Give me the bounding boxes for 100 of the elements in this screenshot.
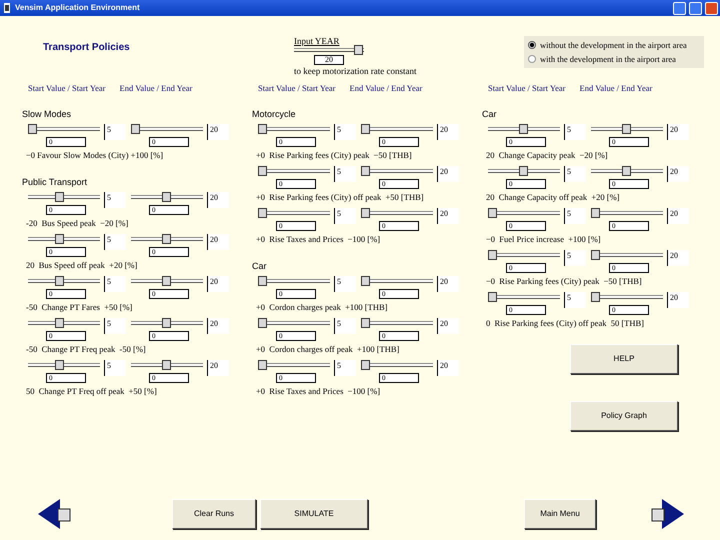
slider-thumb[interactable] (488, 250, 497, 260)
slider-thumb[interactable] (518, 124, 528, 134)
year-input[interactable]: 20 (207, 318, 229, 334)
slider-track[interactable] (361, 166, 433, 176)
maximize-button[interactable] (689, 2, 702, 14)
slider-thumb[interactable] (258, 208, 267, 218)
slider-track[interactable] (361, 208, 433, 218)
slider-thumb[interactable] (518, 166, 528, 176)
year-input[interactable]: 20 (437, 166, 459, 182)
slider-thumb[interactable] (361, 166, 370, 176)
year-input[interactable]: 20 (667, 292, 689, 308)
year-input[interactable]: 20 (437, 276, 459, 292)
slider-track[interactable] (258, 276, 330, 286)
year-input[interactable]: 5 (564, 124, 586, 140)
slider-thumb[interactable] (622, 166, 630, 176)
slider-thumb[interactable] (361, 124, 370, 134)
slider-thumb[interactable] (55, 318, 64, 328)
year-input[interactable]: 5 (334, 360, 356, 376)
year-input[interactable]: 20 (207, 276, 229, 292)
back-arrow-icon[interactable] (38, 499, 72, 529)
year-input[interactable]: 20 (667, 208, 689, 224)
slider-thumb[interactable] (258, 318, 267, 328)
year-input[interactable]: 5 (334, 318, 356, 334)
year-input[interactable]: 20 (667, 166, 689, 182)
year-input[interactable]: 5 (104, 124, 126, 140)
slider-thumb[interactable] (162, 318, 170, 328)
bottom-button[interactable]: SIMULATE (260, 499, 368, 529)
year-input[interactable]: 20 (207, 192, 229, 208)
year-input[interactable]: 20 (207, 234, 229, 250)
slider-thumb[interactable] (162, 360, 170, 370)
slider-thumb[interactable] (361, 318, 370, 328)
bottom-button[interactable]: Clear Runs (172, 499, 256, 529)
year-input[interactable]: 20 (207, 124, 229, 140)
slider-thumb[interactable] (55, 276, 64, 286)
radio-label[interactable]: with the development in the airport area (540, 52, 676, 66)
side-button[interactable]: Policy Graph (570, 401, 678, 431)
slider-thumb[interactable] (162, 276, 170, 286)
slider-thumb[interactable] (258, 276, 267, 286)
slider-thumb[interactable] (361, 360, 370, 370)
forward-arrow-icon[interactable] (650, 499, 684, 529)
slider-thumb[interactable] (488, 208, 497, 218)
slider-thumb[interactable] (488, 292, 497, 302)
year-input[interactable]: 20 (437, 318, 459, 334)
year-input[interactable]: 20 (437, 124, 459, 140)
slider-track[interactable] (258, 124, 330, 134)
slider-thumb[interactable] (361, 276, 370, 286)
year-input[interactable]: 5 (334, 124, 356, 140)
year-input[interactable]: 5 (334, 166, 356, 182)
slider-thumb[interactable] (55, 192, 64, 202)
radio-button[interactable] (528, 55, 536, 63)
slider-track[interactable] (488, 208, 560, 218)
slider-thumb[interactable] (131, 124, 140, 134)
slider-track[interactable] (488, 292, 560, 302)
year-input[interactable]: 5 (564, 208, 586, 224)
slider-track[interactable] (258, 166, 330, 176)
slider-thumb[interactable] (258, 166, 267, 176)
year-input[interactable]: 5 (564, 250, 586, 266)
year-input[interactable]: 5 (334, 208, 356, 224)
year-input[interactable]: 5 (564, 166, 586, 182)
slider-thumb[interactable] (28, 124, 37, 134)
slider-track[interactable] (258, 208, 330, 218)
year-input[interactable]: 5 (104, 276, 126, 292)
slider-thumb[interactable] (354, 45, 363, 55)
year-input[interactable]: 5 (104, 360, 126, 376)
year-input[interactable]: 20 (667, 250, 689, 266)
slider-thumb[interactable] (162, 234, 170, 244)
radio-button[interactable] (528, 41, 536, 49)
slider-track[interactable] (361, 360, 433, 370)
minimize-button[interactable] (673, 2, 686, 14)
close-button[interactable] (705, 2, 718, 14)
slider-track[interactable] (131, 124, 203, 134)
year-input[interactable]: 20 (437, 360, 459, 376)
slider-thumb[interactable] (591, 208, 600, 218)
side-button[interactable]: HELP (570, 344, 678, 374)
slider-thumb[interactable] (162, 192, 170, 202)
slider-thumb[interactable] (55, 360, 64, 370)
slider-thumb[interactable] (591, 292, 600, 302)
slider-thumb[interactable] (55, 234, 64, 244)
year-input[interactable]: 5 (564, 292, 586, 308)
slider-track[interactable] (28, 124, 100, 134)
year-input[interactable]: 5 (334, 276, 356, 292)
slider-track[interactable] (361, 276, 433, 286)
slider-track[interactable] (258, 360, 330, 370)
slider-thumb[interactable] (591, 250, 600, 260)
year-input[interactable]: 5 (104, 318, 126, 334)
slider-track[interactable] (361, 124, 433, 134)
slider-track[interactable] (488, 250, 560, 260)
year-input[interactable]: 20 (314, 55, 344, 65)
slider-thumb[interactable] (622, 124, 630, 134)
radio-label[interactable]: without the development in the airport area (540, 38, 687, 52)
year-input[interactable]: 5 (104, 192, 126, 208)
slider-track[interactable] (361, 318, 433, 328)
slider-thumb[interactable] (258, 124, 267, 134)
slider-track[interactable] (258, 318, 330, 328)
year-input[interactable]: 20 (437, 208, 459, 224)
bottom-button[interactable]: Main Menu (524, 499, 596, 529)
slider-thumb[interactable] (361, 208, 370, 218)
year-input[interactable]: 20 (207, 360, 229, 376)
slider-track[interactable] (591, 208, 663, 218)
slider-track[interactable] (591, 292, 663, 302)
